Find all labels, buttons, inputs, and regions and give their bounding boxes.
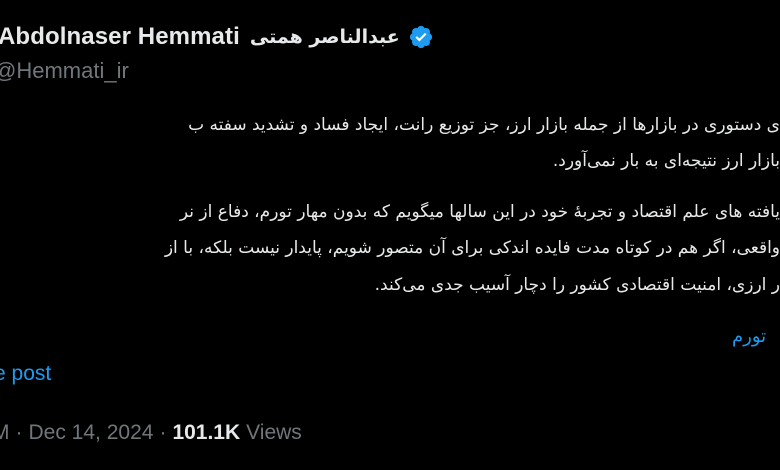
tweet-screenshot: Abdolnaser Hemmati عبدالناصر همتی @Hemma…: [0, 0, 780, 470]
tweet-time[interactable]: M: [0, 421, 10, 445]
tweet-text-line-5: ر ارزی، امنیت اقتصادی کشور را دچار آسیب …: [374, 275, 780, 295]
verified-badge-icon: [408, 24, 434, 50]
tweet-text-line-2: بازار ارز نتیجه‌ای به بار نمی‌آورد.: [552, 151, 780, 171]
translate-post-link[interactable]: e post: [0, 362, 51, 386]
tweet-text-line-1: ی دستوری در بازارها از جمله بازار ارز، ج…: [188, 115, 780, 135]
tweet-text-line-3: یافته های علم اقتصاد و تجربهٔ خود در این…: [179, 202, 780, 222]
tweet-date[interactable]: Dec 14, 2024: [29, 421, 154, 445]
hashtag-link[interactable]: تورم: [732, 326, 780, 347]
author-display-name-fa[interactable]: عبدالناصر همتی: [250, 26, 400, 48]
author-row: Abdolnaser Hemmati عبدالناصر همتی: [0, 20, 434, 54]
tweet-meta: M · Dec 14, 2024 · 101.1K Views: [0, 419, 302, 447]
views-label: Views: [246, 421, 302, 444]
meta-separator: ·: [15, 421, 23, 444]
tweet-text-line-4: واقعی، اگر هم در کوتاه مدت فایده اندکی ب…: [164, 238, 780, 258]
author-display-name[interactable]: Abdolnaser Hemmati: [0, 23, 240, 51]
meta-separator: ·: [159, 421, 167, 444]
author-handle[interactable]: @Hemmati_ir: [0, 58, 129, 84]
views-count[interactable]: 101.1K: [172, 421, 240, 445]
